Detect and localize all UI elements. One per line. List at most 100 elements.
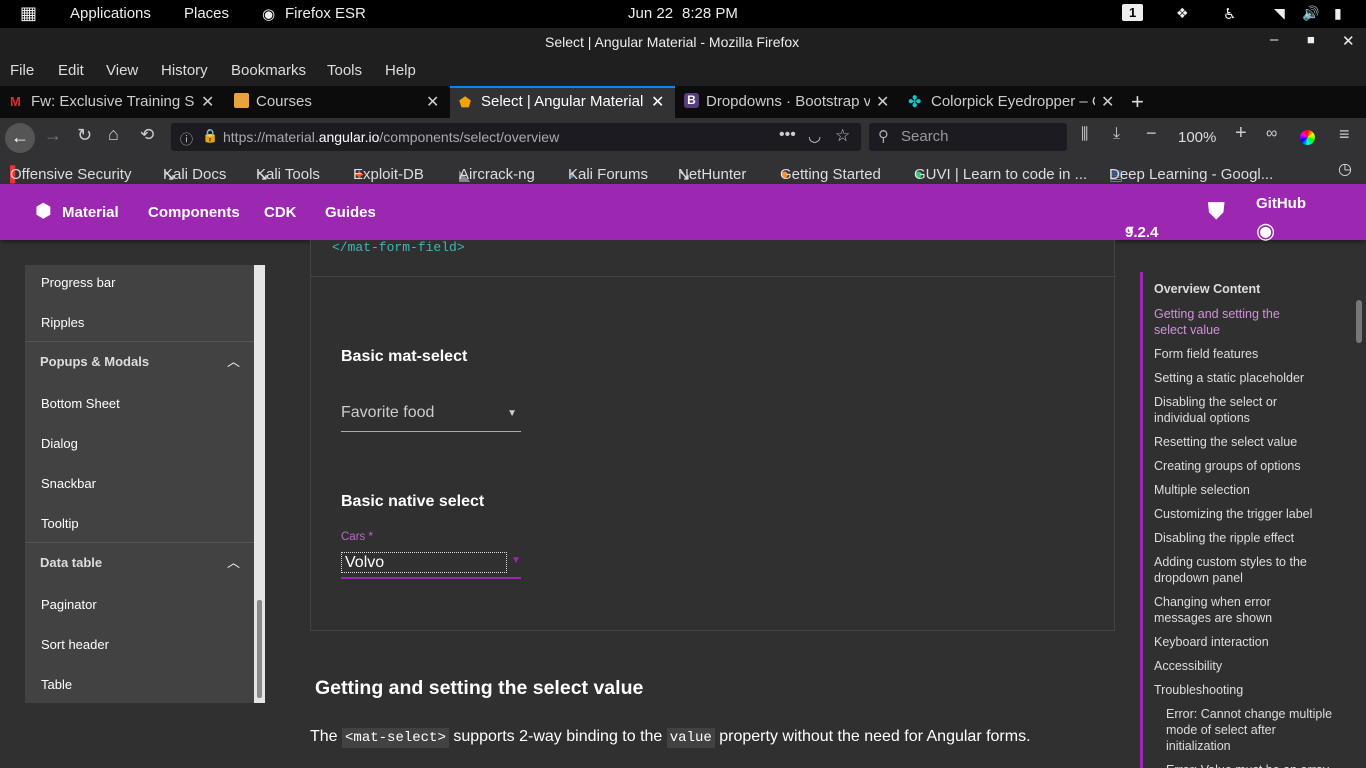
- tab-courses[interactable]: Courses ✕: [225, 86, 450, 118]
- nav-components[interactable]: Components: [148, 204, 240, 221]
- app-grid-icon[interactable]: ▦: [20, 3, 37, 24]
- info-icon[interactable]: ⓘ: [180, 129, 193, 148]
- close-tab-icon[interactable]: ✕: [201, 92, 214, 112]
- clock-time[interactable]: 8:28 PM: [682, 5, 738, 22]
- accessibility-icon[interactable]: ♿: [1223, 5, 1236, 23]
- lock-icon[interactable]: 🔒: [202, 128, 218, 144]
- nav-material[interactable]: Material: [62, 204, 119, 221]
- github-label: GitHub: [1256, 195, 1306, 212]
- tab-gmail[interactable]: M Fw: Exclusive Training Se ✕: [0, 86, 225, 118]
- sidenav-item-tooltip[interactable]: Tooltip: [41, 516, 79, 531]
- sidenav-scroll-thumb[interactable]: [257, 600, 262, 698]
- hamburger-menu-icon[interactable]: ≡: [1339, 124, 1350, 145]
- angular-shield-icon: ⬟: [459, 94, 472, 110]
- zoom-in-icon[interactable]: +: [1235, 122, 1247, 145]
- toc-link[interactable]: Multiple selection: [1154, 482, 1334, 498]
- menu-file[interactable]: File: [10, 62, 34, 79]
- bookmark-label: GUVI | Learn to code in ...: [914, 166, 1088, 183]
- nav-guides[interactable]: Guides: [325, 204, 376, 221]
- nav-cdk[interactable]: CDK: [264, 204, 297, 221]
- toc-link[interactable]: Accessibility: [1154, 658, 1334, 674]
- zoom-level[interactable]: 100%: [1178, 129, 1216, 146]
- workspace-indicator[interactable]: 1: [1122, 4, 1144, 21]
- library-icon[interactable]: ⫼: [1081, 126, 1088, 144]
- toc-link[interactable]: Keyboard interaction: [1154, 634, 1334, 650]
- sidenav-group-popups[interactable]: Popups & Modals ︿: [25, 341, 254, 381]
- back-icon[interactable]: ←: [5, 123, 35, 153]
- url-bar[interactable]: ⓘ 🔒 https://material.angular.io/componen…: [171, 123, 861, 151]
- theme-picker-icon[interactable]: ⛊: [1208, 198, 1225, 224]
- dropdown-arrow-icon: ▼: [1125, 224, 1136, 236]
- toc-link[interactable]: Disabling the select or individual optio…: [1154, 394, 1299, 426]
- toc-link[interactable]: Form field features: [1154, 346, 1334, 362]
- close-tab-icon[interactable]: ✕: [876, 92, 889, 112]
- battery-icon[interactable]: ▮: [1334, 5, 1342, 22]
- new-tab-icon[interactable]: +: [1131, 89, 1144, 115]
- toc-sublink[interactable]: Error: Cannot change multiple mode of se…: [1166, 706, 1334, 754]
- applications-menu[interactable]: Applications: [70, 5, 151, 22]
- close-tab-icon[interactable]: ✕: [651, 92, 664, 112]
- sidenav-item-progress-bar[interactable]: Progress bar: [41, 275, 115, 290]
- sidenav-group-data-table[interactable]: Data table ︿: [25, 542, 254, 582]
- tab-bootstrap[interactable]: B Dropdowns · Bootstrap v ✕: [675, 86, 900, 118]
- places-menu[interactable]: Places: [184, 5, 229, 22]
- page-actions-icon[interactable]: •••: [779, 126, 796, 144]
- toc-sublink[interactable]: Error: Value must be an array: [1166, 762, 1334, 768]
- forward-icon[interactable]: →: [44, 125, 62, 146]
- cars-native-select[interactable]: Volvo ▼: [341, 550, 521, 579]
- volume-icon[interactable]: 🔊: [1302, 5, 1319, 22]
- toc-link[interactable]: Changing when error messages are shown: [1154, 594, 1294, 626]
- sidenav-item-ripples[interactable]: Ripples: [41, 315, 84, 330]
- close-tab-icon[interactable]: ✕: [426, 92, 439, 112]
- wifi-icon[interactable]: ◥: [1274, 5, 1285, 22]
- toc-link[interactable]: Setting a static placeholder: [1154, 370, 1334, 386]
- page-scroll-thumb[interactable]: [1356, 300, 1362, 343]
- recent-clock-icon[interactable]: ◷: [1338, 159, 1352, 179]
- tab-angular-material[interactable]: ⬟ Select | Angular Material ✕: [450, 86, 675, 118]
- downloads-icon[interactable]: ⤓: [1113, 125, 1120, 143]
- pocket-icon[interactable]: ◡: [808, 127, 821, 145]
- menu-bookmarks[interactable]: Bookmarks: [231, 62, 306, 79]
- menu-help[interactable]: Help: [385, 62, 416, 79]
- menu-history[interactable]: History: [161, 62, 208, 79]
- bookmark-label: NetHunter: [678, 166, 747, 183]
- tab-colorpick[interactable]: ✤ Colorpick Eyedropper – C ✕: [900, 86, 1125, 118]
- search-field[interactable]: ⚲ Search: [869, 123, 1067, 151]
- menu-edit[interactable]: Edit: [58, 62, 84, 79]
- clock-date[interactable]: Jun 22: [628, 5, 673, 22]
- sidenav-item-snackbar[interactable]: Snackbar: [41, 476, 96, 491]
- toc-link[interactable]: Adding custom styles to the dropdown pan…: [1154, 554, 1334, 586]
- navigation-toolbar: ← → ↻ ⌂ ⟲ ⓘ 🔒 https://material.angular.i…: [0, 118, 1366, 156]
- history-icon[interactable]: ⟲: [140, 125, 154, 145]
- menu-tools[interactable]: Tools: [327, 62, 362, 79]
- sidenav-item-sort-header[interactable]: Sort header: [41, 637, 109, 652]
- favorite-food-select[interactable]: Favorite food ▼: [341, 404, 521, 432]
- toc-link[interactable]: Creating groups of options: [1154, 458, 1334, 474]
- menu-view[interactable]: View: [106, 62, 138, 79]
- github-link[interactable]: ◉ GitHub: [1256, 195, 1306, 243]
- zoom-out-icon[interactable]: −: [1146, 123, 1157, 144]
- reload-icon[interactable]: ↻: [77, 125, 92, 146]
- sidenav-item-bottom-sheet[interactable]: Bottom Sheet: [41, 396, 120, 411]
- minimize-icon[interactable]: –: [1270, 31, 1278, 48]
- colorpick-extension-icon[interactable]: [1300, 130, 1315, 145]
- toc-link[interactable]: Customizing the trigger label: [1154, 506, 1334, 522]
- close-window-icon[interactable]: ✕: [1342, 32, 1355, 50]
- network-people-icon[interactable]: ❖: [1176, 5, 1189, 22]
- toc-link-active[interactable]: Getting and setting the select value: [1154, 306, 1304, 338]
- sidenav-item-paginator[interactable]: Paginator: [41, 597, 97, 612]
- active-app-label[interactable]: Firefox ESR: [285, 5, 366, 22]
- firefox-icon: ◉: [262, 6, 276, 23]
- toc-indicator-bar: [1140, 272, 1143, 768]
- angular-logo-icon[interactable]: ⬢: [35, 200, 52, 223]
- toc-link[interactable]: Troubleshooting: [1154, 682, 1334, 698]
- sidenav-item-dialog[interactable]: Dialog: [41, 436, 78, 451]
- sidenav-item-table[interactable]: Table: [41, 677, 72, 692]
- close-tab-icon[interactable]: ✕: [1101, 92, 1114, 112]
- maximize-icon[interactable]: ■: [1307, 32, 1315, 47]
- private-mask-icon[interactable]: ∞: [1266, 125, 1277, 143]
- bookmark-star-icon[interactable]: ☆: [835, 126, 850, 146]
- home-icon[interactable]: ⌂: [108, 124, 119, 145]
- toc-link[interactable]: Resetting the select value: [1154, 434, 1334, 450]
- toc-link[interactable]: Disabling the ripple effect: [1154, 530, 1334, 546]
